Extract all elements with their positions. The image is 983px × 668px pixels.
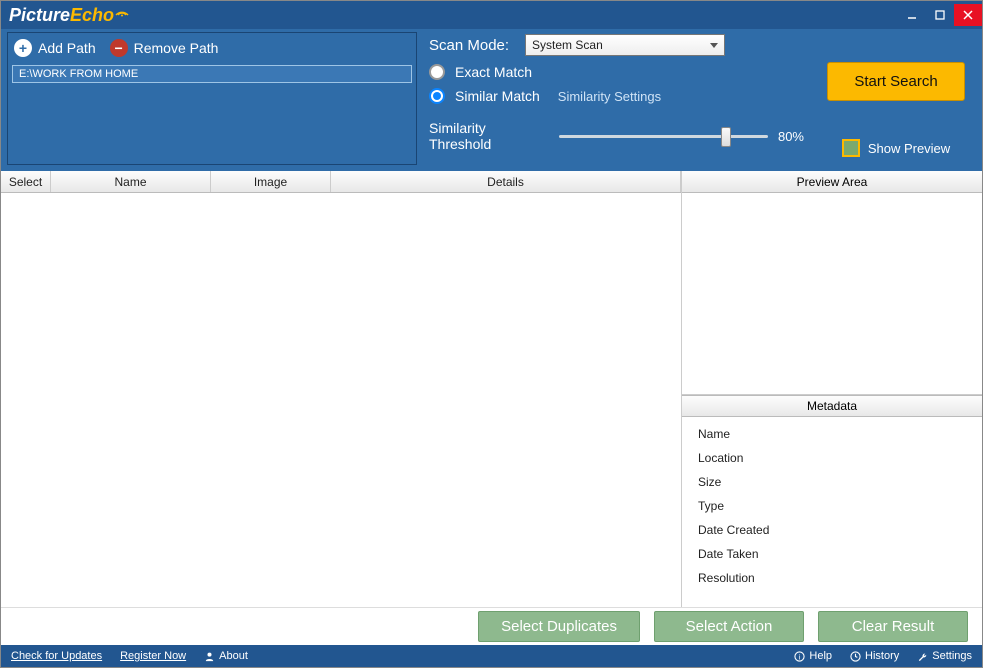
info-icon: i [794, 651, 805, 662]
scan-options: Scan Mode: System Scan Exact Match Simil… [429, 32, 804, 165]
slider-track [559, 135, 768, 138]
meta-field-name: Name [698, 427, 966, 441]
config-panel: + Add Path − Remove Path E:\WORK FROM HO… [1, 29, 982, 171]
settings-label: Settings [932, 650, 972, 662]
show-preview-label: Show Preview [868, 141, 950, 156]
wrench-icon [917, 651, 928, 662]
about-link[interactable]: About [204, 650, 248, 662]
remove-path-label: Remove Path [134, 40, 219, 56]
add-path-button[interactable]: + Add Path [14, 39, 96, 57]
preview-area [682, 193, 982, 395]
meta-field-date-created: Date Created [698, 523, 966, 537]
results-columns: Select Name Image Details [1, 171, 681, 193]
clear-result-button[interactable]: Clear Result [818, 611, 968, 642]
path-entry[interactable]: E:\WORK FROM HOME [12, 65, 412, 83]
clock-icon [850, 651, 861, 662]
radio-icon [429, 88, 445, 104]
minimize-button[interactable] [898, 4, 926, 26]
minus-icon: − [110, 39, 128, 57]
app-logo: PictureEcho [9, 5, 129, 26]
select-action-button[interactable]: Select Action [654, 611, 804, 642]
results-panel: Select Name Image Details [1, 171, 682, 607]
wifi-icon [115, 1, 129, 22]
bottom-actions: Select Duplicates Select Action Clear Re… [1, 607, 982, 645]
logo-part2: Echo [70, 5, 114, 26]
about-label: About [219, 650, 248, 662]
plus-icon: + [14, 39, 32, 57]
scan-mode-value: System Scan [532, 38, 603, 52]
svg-text:i: i [799, 652, 801, 661]
config-right: Start Search Show Preview [816, 32, 976, 165]
col-image[interactable]: Image [211, 171, 331, 192]
col-select[interactable]: Select [1, 171, 51, 192]
settings-link[interactable]: Settings [917, 650, 972, 662]
scan-mode-label: Scan Mode: [429, 37, 509, 54]
history-link[interactable]: History [850, 650, 899, 662]
meta-field-type: Type [698, 499, 966, 513]
metadata-header: Metadata [682, 395, 982, 417]
preview-panel: Preview Area Metadata Name Location Size… [682, 171, 982, 607]
register-link[interactable]: Register Now [120, 650, 186, 662]
person-icon [204, 651, 215, 662]
exact-match-radio[interactable]: Exact Match [429, 64, 804, 80]
meta-field-location: Location [698, 451, 966, 465]
preview-header: Preview Area [682, 171, 982, 193]
start-search-button[interactable]: Start Search [827, 62, 964, 101]
path-box: + Add Path − Remove Path E:\WORK FROM HO… [7, 32, 417, 165]
select-duplicates-button[interactable]: Select Duplicates [478, 611, 640, 642]
threshold-label: Similarity Threshold [429, 120, 549, 152]
window-controls [898, 4, 982, 26]
help-label: Help [809, 650, 832, 662]
threshold-value: 80% [778, 129, 804, 144]
scan-mode-dropdown[interactable]: System Scan [525, 34, 725, 56]
path-list[interactable]: E:\WORK FROM HOME [12, 65, 412, 160]
history-label: History [865, 650, 899, 662]
exact-match-label: Exact Match [455, 64, 532, 80]
similar-match-label: Similar Match [455, 88, 540, 104]
meta-field-size: Size [698, 475, 966, 489]
radio-icon [429, 64, 445, 80]
threshold-slider[interactable] [559, 127, 768, 145]
status-bar: Check for Updates Register Now About i H… [1, 645, 982, 667]
app-window: PictureEcho + Add Path − Remove Path E:\… [0, 0, 983, 668]
similarity-settings-link[interactable]: Similarity Settings [558, 89, 661, 104]
remove-path-button[interactable]: − Remove Path [110, 39, 219, 57]
similar-match-radio[interactable]: Similar Match Similarity Settings [429, 88, 804, 104]
metadata-body: Name Location Size Type Date Created Dat… [682, 417, 982, 607]
add-path-label: Add Path [38, 40, 96, 56]
main-body: Select Name Image Details Preview Area M… [1, 171, 982, 607]
titlebar: PictureEcho [1, 1, 982, 29]
col-name[interactable]: Name [51, 171, 211, 192]
checkbox-icon [842, 139, 860, 157]
show-preview-checkbox[interactable]: Show Preview [842, 139, 950, 157]
col-details[interactable]: Details [331, 171, 681, 192]
path-buttons: + Add Path − Remove Path [12, 37, 412, 59]
results-grid[interactable] [1, 193, 681, 607]
slider-thumb[interactable] [721, 127, 731, 147]
close-button[interactable] [954, 4, 982, 26]
meta-field-resolution: Resolution [698, 571, 966, 585]
maximize-button[interactable] [926, 4, 954, 26]
help-link[interactable]: i Help [794, 650, 832, 662]
logo-part1: Picture [9, 5, 70, 26]
meta-field-date-taken: Date Taken [698, 547, 966, 561]
check-updates-link[interactable]: Check for Updates [11, 650, 102, 662]
